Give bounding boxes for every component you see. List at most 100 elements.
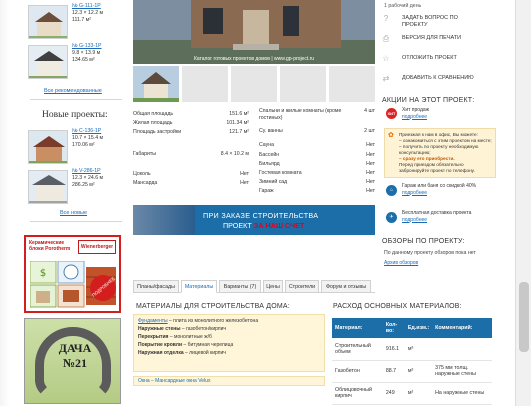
dacha-ad[interactable]: ДАЧА №21 xyxy=(24,318,121,404)
compare-icon: ⇄ xyxy=(382,74,390,83)
project-link[interactable]: № C-136-1P xyxy=(72,128,128,135)
project-thumbnail[interactable] xyxy=(28,130,68,164)
photo-thumbnail[interactable] xyxy=(329,66,375,102)
project-area: 111.7 м² xyxy=(72,17,91,23)
spec-value: Нет xyxy=(240,180,249,186)
tab-materials[interactable]: Материалы xyxy=(181,280,217,293)
table-cell: Строительный объем xyxy=(332,338,383,361)
star-icon: ☆ xyxy=(382,54,390,63)
spec-value: Нет xyxy=(366,179,375,185)
all-recommended-link[interactable]: Все рекомендованные xyxy=(44,88,102,94)
spec-label: Гостевая комната xyxy=(259,170,302,176)
tab-plans[interactable]: Планы/фасады xyxy=(133,280,179,293)
tab-forum[interactable]: Форум и отзывы xyxy=(321,280,371,293)
project-area: 286.25 м² xyxy=(72,182,95,188)
details-link[interactable]: подробнее xyxy=(402,190,494,197)
details-link[interactable]: подробнее xyxy=(402,217,494,224)
details-link[interactable]: подробнее xyxy=(402,114,492,121)
new-project-2[interactable]: № V-286-1P 12.3 × 24.6 м 286.25 м² xyxy=(28,168,124,208)
spec-value: 8.4 × 10.2 м xyxy=(220,151,249,157)
materials-heading: МАТЕРИАЛЫ ДЛЯ СТРОИТЕЛЬСТВА ДОМА: xyxy=(136,303,290,310)
table-cell: м³ xyxy=(404,360,433,383)
question-icon: ? xyxy=(383,14,389,23)
materials-list: Фундаменты – плита из монолитного железо… xyxy=(133,314,325,372)
project-area: 134.65 м² xyxy=(72,57,95,63)
new-projects-heading: Новые проекты: xyxy=(42,110,108,120)
project-thumbnail[interactable] xyxy=(28,45,68,79)
page-scrollbar[interactable] xyxy=(515,0,531,406)
photo-thumbnails xyxy=(133,66,375,102)
tab-builders[interactable]: Строители xyxy=(285,280,319,293)
project-thumbnail[interactable] xyxy=(28,170,68,204)
hit-promo[interactable]: ХИТ Хит продаж подробнее xyxy=(384,107,496,125)
project-thumbnail[interactable] xyxy=(28,5,68,39)
brand-logo: Wienerberger xyxy=(78,240,116,254)
gift-icon: ✿ xyxy=(388,132,394,139)
tab-variants[interactable]: Варианты (7) xyxy=(219,280,261,293)
column-header: Кол-во: xyxy=(382,318,405,338)
spec-value: 4 шт xyxy=(364,108,375,114)
project-main-photo[interactable]: Каталог готовых проектов домов | www.gp-… xyxy=(133,0,375,64)
material-line: Перекрытия – монолитные ж/б xyxy=(138,334,212,340)
garage-promo[interactable]: ⌂ Гараж или баня со скидкой 40% подробнее xyxy=(384,183,496,205)
all-new-link[interactable]: Все новые xyxy=(60,210,87,216)
material-line: Наружные стены – газобетон/кирпич xyxy=(138,326,226,332)
table-cell: 375 мм толщ. наружные стены xyxy=(432,360,492,383)
spec-label: Мансарда xyxy=(133,180,158,186)
column-header: Материал: xyxy=(332,318,383,338)
column-header: Комментарий: xyxy=(432,318,492,338)
table-cell: 88.7 xyxy=(382,360,405,383)
table-cell: 249 xyxy=(382,382,405,405)
spec-value: 2 шт xyxy=(364,128,375,134)
foundation-link[interactable]: Фундаменты xyxy=(138,318,168,324)
delivery-promo[interactable]: ✈ Бесплатная доставка проекта подробнее xyxy=(384,210,496,232)
spec-label: Жилая площадь xyxy=(133,120,173,126)
tab-prices[interactable]: Цены xyxy=(263,280,283,293)
ad-title: ДАЧА №21 xyxy=(58,341,92,370)
photo-thumbnail[interactable] xyxy=(182,66,228,102)
divider xyxy=(30,221,122,222)
table-cell: Облицовочный кирпич xyxy=(332,382,383,405)
project-dimensions: 12.3 × 12.2 м xyxy=(72,10,104,16)
work-days-note: 1 рабочий день xyxy=(384,3,422,9)
spec-value: Нет xyxy=(366,188,375,194)
recommended-project-2[interactable]: № G-133-1P 9.8 × 13.9 м 134.65 м² xyxy=(28,43,124,83)
spec-label: Площадь застройки xyxy=(133,129,182,135)
scrollbar-thumb[interactable] xyxy=(519,282,529,352)
spec-value: Нет xyxy=(366,152,375,158)
table-row: Газобетон 88.7 м³ 375 мм толщ. наружные … xyxy=(332,360,492,383)
spec-label: Цоколь xyxy=(133,171,151,177)
photo-thumbnail[interactable] xyxy=(280,66,326,102)
photo-thumbnail[interactable] xyxy=(231,66,277,102)
new-project-1[interactable]: № C-136-1P 10.7 × 15.4 м 170.06 м² xyxy=(28,128,124,168)
left-gutter xyxy=(0,0,10,406)
spec-value: Нет xyxy=(366,142,375,148)
table-cell: Газобетон xyxy=(332,360,383,383)
project-area: 170.06 м² xyxy=(72,142,95,148)
garage-icon: ⌂ xyxy=(386,185,397,196)
spec-label: Бассейн xyxy=(259,152,280,158)
table-row: Строительный объем 916.1 м³ xyxy=(332,338,492,361)
svg-text:$: $ xyxy=(40,268,46,279)
reviews-archive-link[interactable]: Архив обзоров xyxy=(384,260,418,266)
porotherm-ad[interactable]: Керамические блоки Porotherm Wienerberge… xyxy=(24,235,122,313)
project-link[interactable]: № G-111-1P xyxy=(72,3,128,10)
windows-link[interactable]: Окна – Мансардные окна Velux xyxy=(133,376,325,386)
divider xyxy=(30,99,122,100)
ad-title: Керамические блоки Porotherm xyxy=(29,240,71,252)
project-dimensions: 12.3 × 24.6 м xyxy=(72,175,104,181)
spec-label: Гараж xyxy=(259,188,274,194)
photo-caption: Каталог готовых проектов домов | www.gp-… xyxy=(193,56,315,62)
project-dimensions: 9.8 × 13.9 м xyxy=(72,50,101,56)
project-link[interactable]: № G-133-1P xyxy=(72,43,128,50)
actions-heading: АКЦИИ НА ЭТОТ ПРОЕКТ: xyxy=(382,97,475,104)
construction-promo-banner[interactable]: ПРИ ЗАКАЗЕ СТРОИТЕЛЬСТВА ПРОЕКТ ЗА НАШ С… xyxy=(133,205,375,235)
recommended-project-1[interactable]: № G-111-1P 12.3 × 12.2 м 111.7 м² xyxy=(28,3,124,43)
spec-value: Нет xyxy=(366,170,375,176)
spec-label: Спальни и жилые комнаты (кроме гостиных) xyxy=(259,108,342,121)
delivery-icon: ✈ xyxy=(386,212,397,223)
spec-value: Нет xyxy=(366,161,375,167)
material-line: Фундаменты – плита из монолитного железо… xyxy=(138,318,259,324)
photo-thumbnail[interactable] xyxy=(133,66,179,102)
project-link[interactable]: № V-286-1P xyxy=(72,168,128,175)
